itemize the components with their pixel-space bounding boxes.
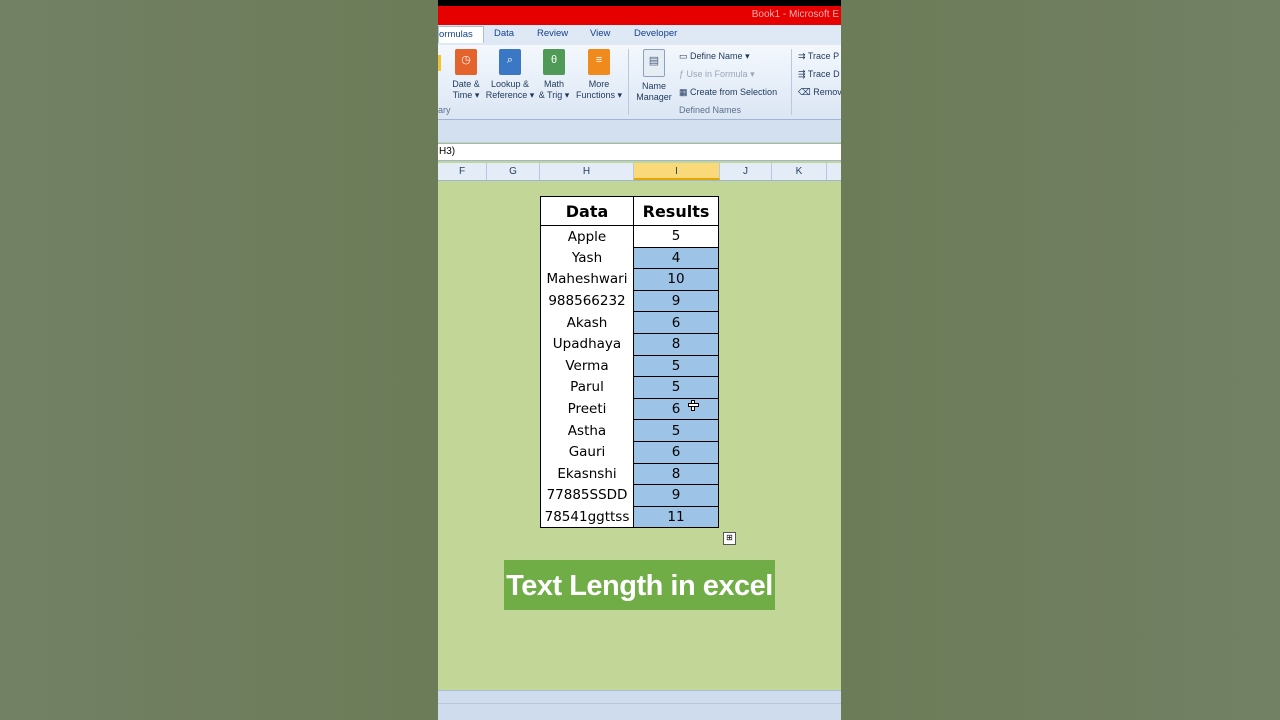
data-cell[interactable]: Preeti xyxy=(540,398,634,420)
date-time-button[interactable]: ◷ Date & Time ▾ xyxy=(448,49,484,101)
status-area xyxy=(438,690,841,720)
trace-dependents-button[interactable]: ⇶ Trace D xyxy=(798,69,840,80)
tab-review[interactable]: Review xyxy=(537,28,568,39)
formula-text: H3) xyxy=(439,146,456,157)
table-row: Apple 5 xyxy=(540,225,719,248)
magnifier-book-icon: ⌕ xyxy=(499,49,521,75)
tab-view[interactable]: View xyxy=(590,28,610,39)
result-cell[interactable]: 5 xyxy=(633,419,719,442)
theta-book-icon: θ xyxy=(543,49,565,75)
clock-book-icon: ◷ xyxy=(455,49,477,75)
data-cell[interactable]: Akash xyxy=(540,311,634,334)
result-cell[interactable]: 9 xyxy=(633,289,719,313)
result-cell[interactable]: 8 xyxy=(633,332,719,356)
data-cell[interactable]: Upadhaya xyxy=(540,333,634,356)
data-cell[interactable]: Apple xyxy=(540,225,634,248)
use-in-formula-button[interactable]: ƒ Use in Formula ▾ xyxy=(679,69,755,80)
data-cell[interactable]: 78541ggttss xyxy=(540,506,634,529)
formula-bar[interactable]: H3) xyxy=(438,143,841,161)
table-row: Astha 5 xyxy=(540,419,719,442)
lookup-reference-button[interactable]: ⌕ Lookup & Reference ▾ xyxy=(484,49,536,101)
ribbon-footer xyxy=(438,120,841,142)
define-name-button[interactable]: ▭ Define Name ▾ xyxy=(679,51,750,62)
data-table: Data Results Apple 5 Yash 4 Maheshwari 10 9… xyxy=(540,196,719,529)
result-cell[interactable]: 6 xyxy=(633,397,719,421)
name-manager-icon: ▤ xyxy=(643,49,665,77)
trace-arrow-icon: ⇶ xyxy=(798,69,806,79)
name-manager-button[interactable]: ▤ Name Manager xyxy=(632,49,676,103)
tab-data[interactable]: Data xyxy=(494,28,514,39)
column-header-k[interactable]: K xyxy=(772,163,827,180)
table-row: Akash 6 xyxy=(540,311,719,334)
header-results[interactable]: Results xyxy=(633,196,719,226)
table-row: 77885SSDD 9 xyxy=(540,484,719,507)
data-cell[interactable]: Maheshwari xyxy=(540,268,634,291)
column-headers: F G H I J K xyxy=(438,163,841,181)
table-row: Upadhaya 8 xyxy=(540,332,719,356)
result-cell[interactable]: 4 xyxy=(633,246,719,270)
result-cell[interactable]: 11 xyxy=(633,505,719,529)
caption-banner: Text Length in excel xyxy=(504,560,775,610)
data-cell[interactable]: Ekasnshi xyxy=(540,463,634,485)
data-cell[interactable]: Gauri xyxy=(540,441,634,464)
column-header-g[interactable]: G xyxy=(487,163,540,180)
trace-precedents-button[interactable]: ⇉ Trace P xyxy=(798,51,839,62)
math-trig-button[interactable]: θ Math & Trig ▾ xyxy=(536,49,572,101)
table-row: Maheshwari 10 xyxy=(540,268,719,291)
more-functions-button[interactable]: ≡ More Functions ▾ xyxy=(574,49,624,101)
result-cell[interactable]: 6 xyxy=(633,311,719,334)
data-cell[interactable]: Yash xyxy=(540,247,634,269)
ribbon-tabs: ormulas Data Review View Developer xyxy=(438,25,841,46)
data-cell[interactable]: Astha xyxy=(540,419,634,442)
header-data[interactable]: Data xyxy=(540,196,634,226)
header-row: Data Results xyxy=(540,196,719,226)
column-header-f[interactable]: F xyxy=(438,163,487,180)
defined-names-group-label: Defined Names xyxy=(679,105,742,115)
excel-window: Book1 - Microsoft E ormulas Data Review … xyxy=(438,0,841,720)
eraser-icon: ⌫ xyxy=(798,87,811,97)
left-backdrop xyxy=(0,0,438,720)
trace-arrow-icon: ⇉ xyxy=(798,51,806,61)
column-header-j[interactable]: J xyxy=(720,163,772,180)
tab-developer[interactable]: Developer xyxy=(634,28,677,39)
formula-icon: ƒ xyxy=(679,69,685,79)
result-cell[interactable]: 9 xyxy=(633,484,719,507)
column-header-h[interactable]: H xyxy=(540,163,634,180)
result-cell[interactable]: 5 xyxy=(633,225,719,248)
table-row: Yash 4 xyxy=(540,246,719,270)
window-title: Book1 - Microsoft E xyxy=(751,9,839,20)
autofill-options-icon[interactable]: ⊞ xyxy=(723,532,736,545)
more-book-icon: ≡ xyxy=(588,49,610,75)
function-library-group-label: ary xyxy=(438,105,451,115)
tab-formulas[interactable]: ormulas xyxy=(438,26,484,43)
table-row: Ekasnshi 8 xyxy=(540,462,719,486)
remove-arrows-button[interactable]: ⌫ Remov xyxy=(798,87,841,98)
result-cell[interactable]: 6 xyxy=(633,440,719,464)
right-backdrop xyxy=(841,0,1280,720)
table-row: 988566232 9 xyxy=(540,289,719,313)
grid-icon: ▦ xyxy=(679,87,688,97)
table-row: Parul 5 xyxy=(540,376,719,399)
result-cell[interactable]: 5 xyxy=(633,354,719,378)
cell-cursor-icon xyxy=(688,400,699,411)
tag-icon: ▭ xyxy=(679,51,688,61)
result-cell[interactable]: 5 xyxy=(633,376,719,399)
partial-icon xyxy=(438,55,441,71)
data-cell[interactable]: 988566232 xyxy=(540,290,634,312)
ribbon: ◷ Date & Time ▾ ⌕ Lookup & Reference ▾ θ… xyxy=(438,45,841,120)
title-bar: Book1 - Microsoft E xyxy=(438,0,841,25)
result-cell[interactable]: 8 xyxy=(633,462,719,486)
table-row: Verma 5 xyxy=(540,354,719,378)
create-from-selection-button[interactable]: ▦ Create from Selection xyxy=(679,87,777,98)
data-cell[interactable]: Verma xyxy=(540,355,634,377)
data-cell[interactable]: 77885SSDD xyxy=(540,484,634,507)
result-cell[interactable]: 10 xyxy=(633,268,719,291)
table-row: 78541ggttss 11 xyxy=(540,505,719,529)
column-header-i[interactable]: I xyxy=(634,163,720,180)
data-cell[interactable]: Parul xyxy=(540,376,634,399)
table-row: Gauri 6 xyxy=(540,440,719,464)
